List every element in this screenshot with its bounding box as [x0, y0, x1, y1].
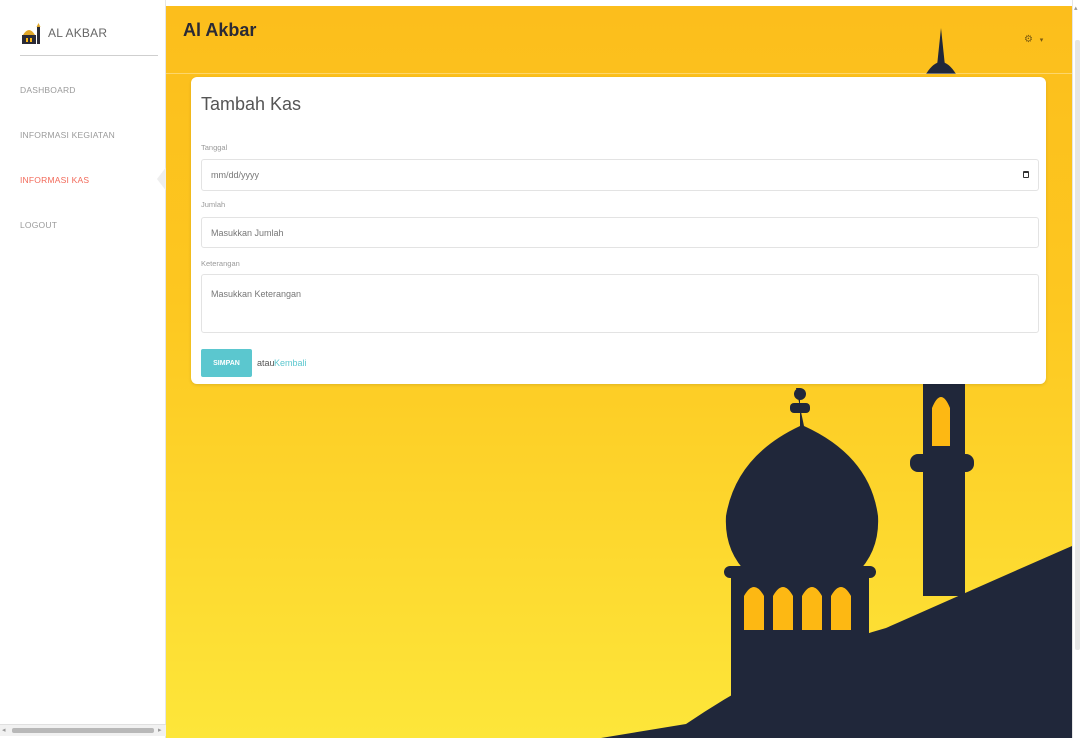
- scroll-up-icon[interactable]: ▴: [1074, 4, 1078, 12]
- horizontal-scrollbar[interactable]: ◂ ▸: [0, 724, 166, 736]
- horizontal-scroll-thumb[interactable]: [12, 728, 154, 733]
- keterangan-label: Keterangan: [201, 259, 240, 268]
- page-title: Al Akbar: [183, 20, 257, 40]
- vertical-scroll-thumb[interactable]: [1075, 40, 1080, 650]
- sidebar: AL AKBAR DASHBOARD INFORMASI KEGIATAN IN…: [0, 0, 167, 738]
- form-title: Tambah Kas: [201, 94, 302, 114]
- scroll-right-icon[interactable]: ▸: [158, 727, 162, 735]
- save-button[interactable]: SIMPAN: [201, 349, 252, 377]
- mosque-logo-icon: [22, 23, 41, 44]
- sidebar-item-logout[interactable]: LOGOUT: [20, 220, 57, 230]
- vertical-scrollbar[interactable]: ▴: [1072, 0, 1082, 738]
- calendar-icon[interactable]: [1023, 171, 1029, 178]
- chevron-down-icon[interactable]: ▾: [1040, 37, 1044, 44]
- tanggal-date-input[interactable]: mm/dd/yyyy: [201, 159, 1039, 191]
- app-window: AL AKBAR DASHBOARD INFORMASI KEGIATAN IN…: [0, 0, 1082, 738]
- tanggal-placeholder: mm/dd/yyyy: [211, 170, 260, 180]
- gear-icon[interactable]: ⚙: [1024, 34, 1033, 45]
- sidebar-item-dashboard[interactable]: DASHBOARD: [20, 85, 76, 95]
- add-cash-form-card: Tambah Kas Tanggal mm/dd/yyyy Jumlah Mas…: [191, 77, 1046, 384]
- or-text: atau: [257, 358, 275, 368]
- jumlah-label: Jumlah: [201, 200, 226, 209]
- keterangan-textarea[interactable]: Masukkan Keterangan: [201, 274, 1039, 333]
- jumlah-placeholder: Masukkan Jumlah: [211, 227, 284, 238]
- tanggal-label: Tanggal: [201, 143, 228, 152]
- sidebar-item-informasi-kas[interactable]: INFORMASI KAS: [20, 175, 89, 185]
- jumlah-input[interactable]: Masukkan Jumlah: [201, 217, 1039, 248]
- top-header: Al Akbar ⚙ ▾: [166, 6, 1072, 74]
- back-link[interactable]: Kembali: [274, 358, 307, 368]
- keterangan-placeholder: Masukkan Keterangan: [211, 289, 302, 299]
- settings-menu[interactable]: ⚙ ▾: [1024, 34, 1043, 45]
- brand-name: AL AKBAR: [48, 26, 108, 40]
- scroll-left-icon[interactable]: ◂: [2, 727, 6, 735]
- sidebar-item-informasi-kegiatan[interactable]: INFORMASI KEGIATAN: [20, 130, 115, 140]
- main-content: Al Akbar ⚙ ▾ Tambah Kas Tanggal mm/dd/yy…: [166, 6, 1072, 738]
- brand[interactable]: AL AKBAR: [20, 14, 158, 56]
